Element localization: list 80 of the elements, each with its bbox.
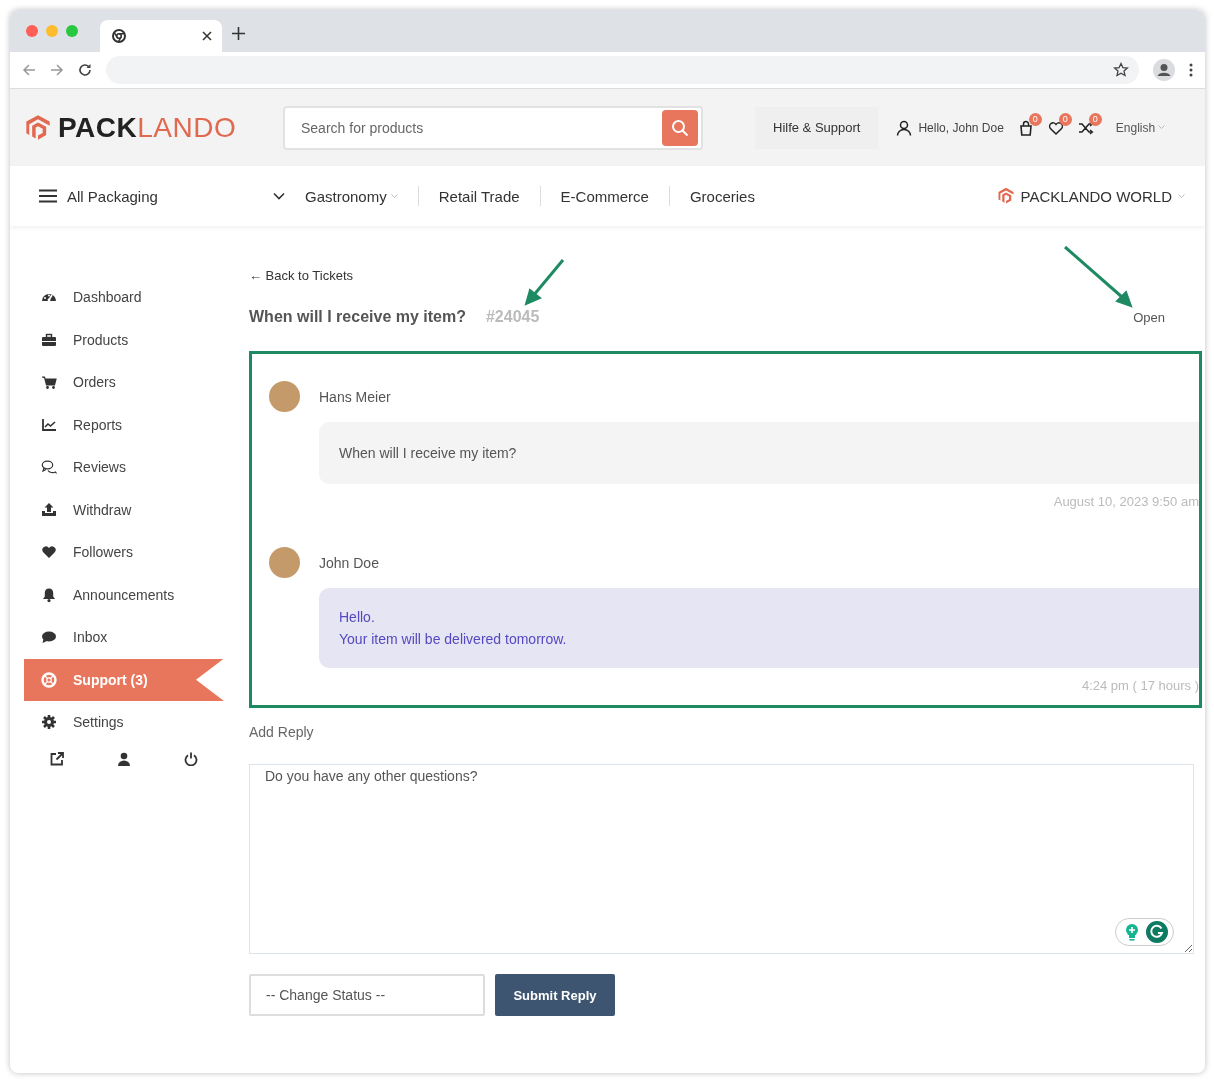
lifebuoy-icon <box>41 671 57 688</box>
greeting-text[interactable]: Hello, John Doe <box>918 120 1004 135</box>
browser-tab[interactable] <box>100 20 222 52</box>
reply-field[interactable]: Do you have any other questions? <box>249 764 1194 954</box>
author-name: Hans Meier <box>319 388 391 405</box>
logo-text[interactable]: PACKLANDO <box>58 111 237 144</box>
back-icon[interactable] <box>22 63 36 77</box>
message-time: 4:24 pm ( 17 hours ) <box>1080 678 1199 693</box>
chevron-icon[interactable] <box>273 192 285 200</box>
search-input[interactable]: Search for products <box>299 118 662 137</box>
search-icon <box>671 118 689 137</box>
message-text: Hello. <box>339 608 376 627</box>
message-time: August 10, 2023 9:50 am <box>1052 494 1199 509</box>
sidebar-item[interactable]: Dashboard <box>24 276 224 319</box>
external-link-icon[interactable] <box>50 751 64 766</box>
language-select[interactable]: English <box>1115 120 1166 135</box>
sidebar-item[interactable]: Reports <box>24 403 224 446</box>
ticket-number: #24045 <box>485 308 540 326</box>
all-packaging-menu[interactable]: All Packaging <box>39 187 273 205</box>
close-icon[interactable] <box>202 31 212 41</box>
submit-button[interactable]: Submit Reply <box>495 974 615 1016</box>
count-badge: 0 <box>1088 112 1102 126</box>
cart-icon <box>41 374 57 391</box>
user-icon[interactable] <box>896 119 913 136</box>
user-icon[interactable] <box>117 751 131 766</box>
nav-link[interactable]: Groceries <box>689 187 755 205</box>
menu-icon <box>39 189 57 203</box>
heart-icon[interactable] <box>1047 119 1064 136</box>
sidebar-item[interactable]: Settings <box>24 701 224 744</box>
nav-link[interactable]: Gastronomy <box>305 187 398 205</box>
avatar <box>269 547 300 578</box>
logo-icon <box>996 187 1015 205</box>
sidebar-item[interactable]: Withdraw <box>24 488 224 531</box>
logo-icon <box>24 113 52 142</box>
bell-icon <box>41 586 57 603</box>
writing-assistant-widget[interactable] <box>1115 918 1174 946</box>
shopping-bag-icon[interactable] <box>1017 119 1034 136</box>
reload-icon[interactable] <box>78 63 92 77</box>
message-text: Your item will be delivered tomorrow. <box>339 630 568 649</box>
sidebar-item[interactable]: Followers <box>24 531 224 574</box>
sidebar-item[interactable]: Orders <box>24 361 224 404</box>
chart-icon <box>41 416 57 433</box>
status-select[interactable]: -- Change Status -- <box>249 974 485 1016</box>
nav-link[interactable]: Retail Trade <box>438 187 520 205</box>
message-text: When will I receive my item? <box>339 444 518 463</box>
speech-bubble-icon <box>41 629 57 646</box>
settings-icon <box>41 714 57 731</box>
reply-label: Add Reply <box>249 724 315 740</box>
forward-icon[interactable] <box>50 63 64 77</box>
chevron-icon <box>390 193 398 199</box>
count-badge: 0 <box>1058 112 1072 126</box>
sidebar-item[interactable]: Inbox <box>24 616 224 659</box>
sidebar-item[interactable]: Reviews <box>24 446 224 489</box>
annotation-arrow <box>1064 245 1133 308</box>
profile-icon[interactable] <box>1153 59 1175 81</box>
new-tab-icon[interactable] <box>232 27 245 40</box>
briefcase-icon <box>41 331 57 348</box>
avatar <box>269 381 300 412</box>
speech-bubbles-icon <box>41 459 57 476</box>
nav-link[interactable]: E-Commerce <box>560 187 649 205</box>
search-button[interactable] <box>662 109 698 146</box>
upload-icon <box>41 501 57 518</box>
ticket-title: When will I receive my item? <box>249 308 466 326</box>
annotation-arrow <box>524 259 565 306</box>
browser-logo-icon <box>112 29 126 43</box>
heart-icon <box>41 544 57 561</box>
help-button[interactable]: Hilfe & Support <box>755 106 879 149</box>
world-menu[interactable]: PACKLANDO WORLD <box>996 187 1185 205</box>
chevron-icon <box>1158 125 1166 130</box>
power-icon[interactable] <box>184 751 198 766</box>
search-field[interactable]: Search for products <box>283 105 703 150</box>
count-badge: 0 <box>1028 112 1042 126</box>
sidebar-item[interactable]: Products <box>24 318 224 361</box>
menu-icon[interactable] <box>1189 63 1193 77</box>
back-link[interactable]: ← Back to Tickets <box>249 268 354 283</box>
author-name: John Doe <box>319 554 379 571</box>
sidebar-item[interactable]: Announcements <box>24 573 224 616</box>
chevron-icon <box>1178 193 1185 199</box>
ticket-status: Open <box>1133 309 1165 325</box>
star-icon[interactable] <box>1113 62 1129 78</box>
